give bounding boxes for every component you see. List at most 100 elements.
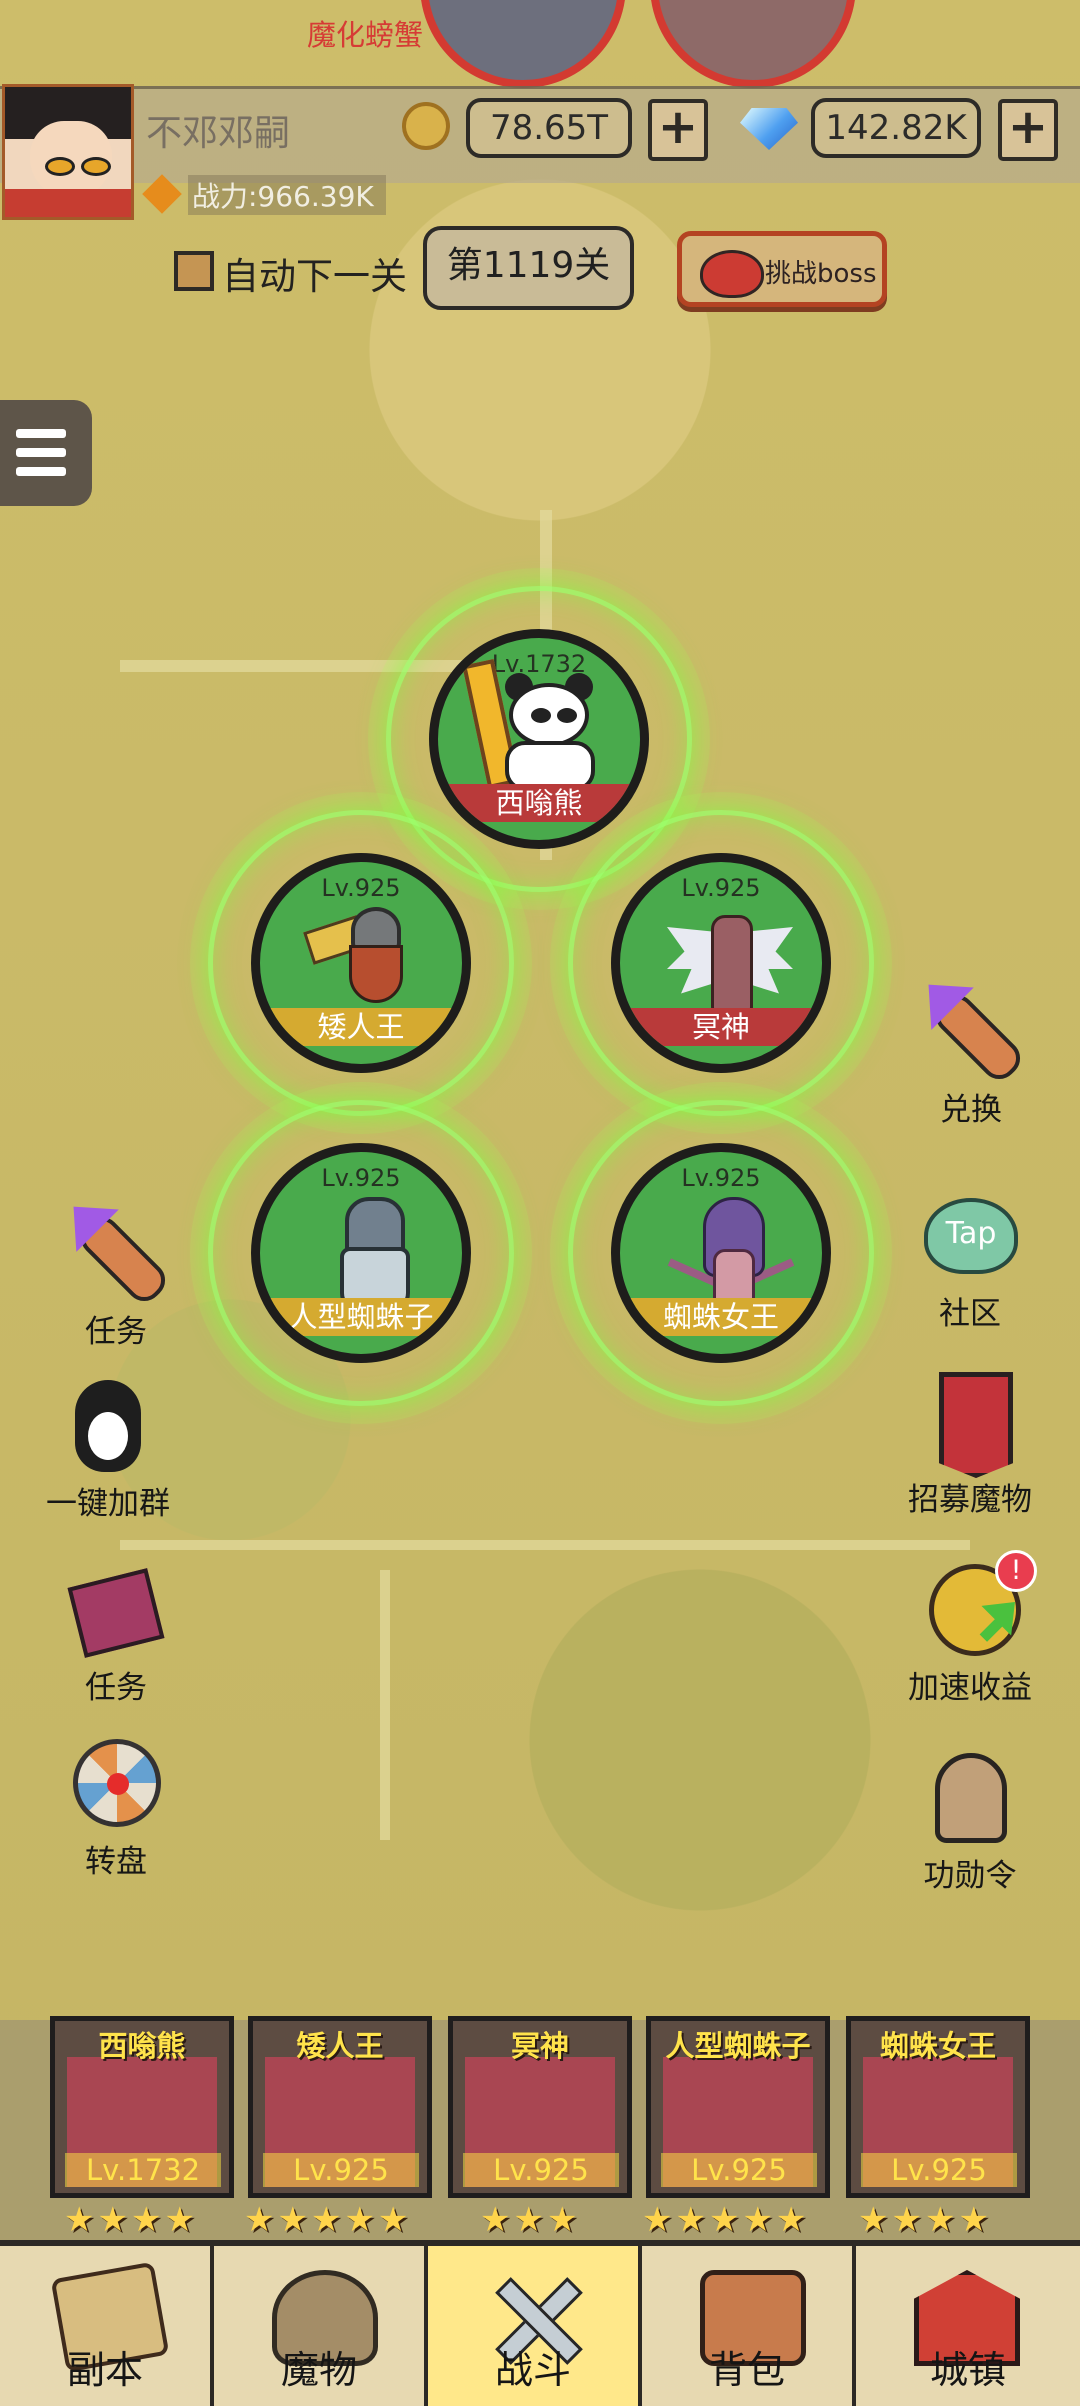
roster-card[interactable]: 西嗡熊 Lv.1732 [50, 2016, 234, 2198]
recruit-monster-button[interactable]: 招募魔物 [890, 1372, 1050, 1519]
hero-stars: ★★★★★ [642, 2200, 810, 2240]
book-icon [65, 1560, 167, 1662]
roster-card[interactable]: 冥神 Lv.925 [448, 2016, 632, 2198]
map-path [120, 1540, 970, 1550]
side-button-label: 兑换 [940, 1092, 1002, 1128]
challenge-boss-button[interactable]: 挑战boss [677, 231, 887, 307]
tab-label: 魔物 [280, 2348, 357, 2392]
exchange-button[interactable]: 兑换 [906, 982, 1036, 1129]
side-button-label: 任务 [85, 1314, 147, 1350]
hero-stars: ★★★★★ [244, 2200, 412, 2240]
roster-hero-level: Lv.1732 [65, 2153, 221, 2187]
menu-icon [16, 467, 66, 476]
unit-slot-humanoid-spider[interactable]: Lv.925 人型蜘蛛子 [208, 1100, 514, 1406]
tab-label: 城镇 [929, 2348, 1006, 2392]
enemy-portrait[interactable] [420, 0, 626, 88]
unit-portrait[interactable]: Lv.925 矮人王 [251, 853, 471, 1073]
roster-card[interactable]: 矮人王 Lv.925 [248, 2016, 432, 2198]
hero-stars: ★★★ [480, 2200, 581, 2240]
side-button-label: 加速收益 [908, 1670, 1032, 1706]
side-button-label: 一键加群 [46, 1486, 170, 1522]
tab-label: 副本 [66, 2348, 143, 2392]
tap-icon: Tap [919, 1186, 1021, 1288]
challenge-boss-label: 挑战boss [765, 259, 877, 289]
penguin-icon [57, 1376, 159, 1478]
unit-portrait[interactable]: Lv.925 人型蜘蛛子 [251, 1143, 471, 1363]
rocket-icon [65, 1204, 173, 1309]
unit-portrait[interactable]: Lv.1732 西嗡熊 [429, 629, 649, 849]
alert-badge: ! [995, 1550, 1037, 1592]
tab-monsters[interactable]: 魔物 [214, 2246, 428, 2406]
unit-slot-dwarf-king[interactable]: Lv.925 矮人王 [208, 810, 514, 1116]
roster-hero-level: Lv.925 [661, 2153, 817, 2187]
auto-next-label[interactable]: 自动下一关 [222, 246, 407, 300]
tab-backpack[interactable]: 背包 [642, 2246, 856, 2406]
unit-name: 冥神 [620, 1008, 822, 1046]
tab-label: 背包 [708, 2348, 785, 2392]
tab-label: 战斗 [494, 2348, 571, 2392]
unit-name: 西嗡熊 [438, 784, 640, 822]
roster-card[interactable]: 人型蜘蛛子 Lv.925 [646, 2016, 830, 2198]
tab-battle[interactable]: 战斗 [428, 2246, 642, 2406]
menu-icon [16, 429, 66, 438]
wheel-icon [65, 1734, 167, 1836]
roster-hero-level: Lv.925 [263, 2153, 419, 2187]
merit-order-button[interactable]: 功勋令 [900, 1748, 1040, 1895]
roster-hero-level: Lv.925 [463, 2153, 619, 2187]
community-button[interactable]: Tap 社区 [902, 1186, 1038, 1333]
left-task-rocket-button[interactable]: 任务 [56, 1204, 176, 1351]
helmet-icon [919, 1748, 1021, 1850]
stage-level: 第1119关 [423, 226, 634, 310]
roster-hero-name: 冥神 [510, 2029, 569, 2063]
roster-hero-level: Lv.925 [861, 2153, 1017, 2187]
unit-name: 蜘蛛女王 [620, 1298, 822, 1336]
map-path [380, 1570, 390, 1840]
gold-amount: 78.65T [466, 98, 632, 158]
left-task-book-button[interactable]: 任务 [56, 1560, 176, 1707]
roster-hero-name: 矮人王 [296, 2029, 384, 2063]
player-avatar[interactable] [2, 84, 134, 220]
menu-icon [16, 448, 66, 457]
speed-income-button[interactable]: ! 加速收益 [890, 1550, 1050, 1707]
roster-hero-name: 西嗡熊 [98, 2029, 186, 2063]
enemy-name: 魔化螃蟹 [306, 18, 423, 52]
roster-hero-name: 蜘蛛女王 [879, 2029, 996, 2063]
unit-portrait[interactable]: Lv.925 蜘蛛女王 [611, 1143, 831, 1363]
join-group-button[interactable]: 一键加群 [38, 1376, 178, 1523]
unit-slot-spider-queen[interactable]: Lv.925 蜘蛛女王 [568, 1100, 874, 1406]
roster-card[interactable]: 蜘蛛女王 Lv.925 [846, 2016, 1030, 2198]
boss-icon [700, 250, 764, 298]
rocket-icon [920, 982, 1028, 1087]
tab-town[interactable]: 城镇 [856, 2246, 1080, 2406]
unit-level: Lv.925 [681, 874, 761, 902]
side-button-label: 社区 [939, 1296, 1001, 1332]
gem-amount: 142.82K [811, 98, 981, 158]
unit-name: 人型蜘蛛子 [260, 1298, 462, 1336]
unit-portrait[interactable]: Lv.925 冥神 [611, 853, 831, 1073]
side-button-label: 招募魔物 [908, 1482, 1032, 1518]
combat-power: 战力:966.39K [188, 175, 386, 215]
tab-dungeon[interactable]: 副本 [0, 2246, 214, 2406]
banner-icon [919, 1372, 1021, 1478]
lucky-wheel-button[interactable]: 转盘 [56, 1734, 176, 1881]
side-button-label: 功勋令 [923, 1858, 1017, 1894]
unit-level: Lv.925 [321, 1164, 401, 1192]
coin-arrow-icon: ! [919, 1550, 1037, 1662]
bottom-navigation: 副本 魔物 战斗 背包 城镇 [0, 2240, 1080, 2406]
side-button-label: 转盘 [85, 1844, 147, 1880]
unit-level: Lv.925 [321, 874, 401, 902]
menu-button[interactable] [0, 400, 92, 506]
unit-name: 矮人王 [260, 1008, 462, 1046]
add-gold-button[interactable]: + [648, 99, 708, 161]
player-name: 不邓邓嗣 [146, 113, 291, 154]
unit-slot-death-god[interactable]: Lv.925 冥神 [568, 810, 874, 1116]
side-button-label: 任务 [85, 1670, 147, 1706]
hero-stars: ★★★★ [64, 2200, 198, 2240]
unit-level: Lv.925 [681, 1164, 761, 1192]
top-enemy-portraits[interactable] [420, 0, 880, 88]
enemy-portrait[interactable] [650, 0, 856, 88]
auto-next-checkbox[interactable] [174, 251, 214, 291]
roster-hero-name: 人型蜘蛛子 [665, 2029, 811, 2063]
hero-stars: ★★★★ [858, 2200, 992, 2240]
add-gem-button[interactable]: + [998, 99, 1058, 161]
